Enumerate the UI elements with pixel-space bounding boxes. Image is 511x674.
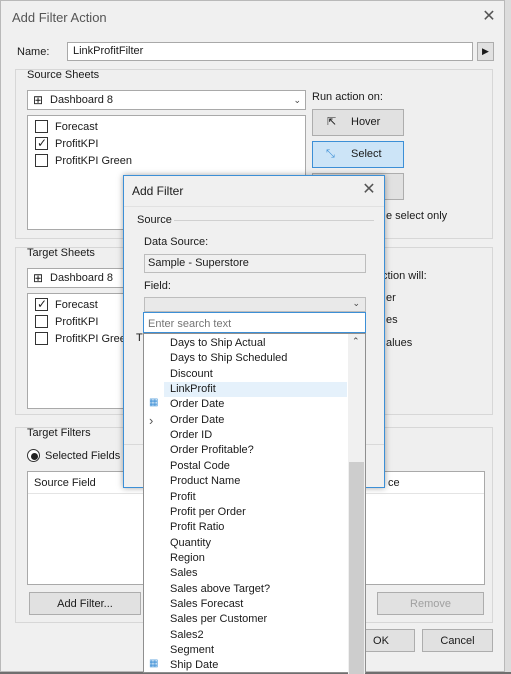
target-sheets-list: ✓ Forecast ProfitKPI ProfitKPI Green	[27, 293, 132, 409]
field-list-scrollbar-thumb[interactable]	[349, 462, 364, 674]
source-sheet-checkbox[interactable]	[35, 154, 48, 167]
field-search-input[interactable]	[143, 312, 366, 333]
field-list-item[interactable]: Postal Code	[170, 460, 230, 472]
selected-fields-label: Selected Fields	[45, 450, 121, 462]
source-sheet-label: ProfitKPI Green	[55, 155, 133, 167]
chevron-down-icon: ⌄	[293, 95, 301, 105]
cursor-icon: ⇱	[327, 116, 337, 128]
field-dropdown-list: Days to Ship Actual Days to Ship Schedule…	[143, 333, 366, 674]
source-dashboard-value: Dashboard 8	[50, 94, 113, 106]
source-heading: Source	[137, 214, 172, 226]
field-search-text[interactable]	[146, 314, 360, 333]
select-label: Select	[351, 148, 382, 160]
target-sheets-heading: Target Sheets	[27, 247, 95, 259]
dashboard-icon: ⊞	[33, 93, 44, 107]
field-dropdown[interactable]: ⌄	[144, 297, 366, 312]
remove-button[interactable]: Remove	[377, 592, 484, 615]
field-list-item[interactable]: Sales	[170, 567, 198, 579]
field-list-item[interactable]: Order Date	[170, 398, 224, 410]
field-label: Field:	[144, 280, 171, 292]
target-sheet-label: ProfitKPI	[55, 316, 99, 328]
source-dashboard-dropdown[interactable]: ⊞ Dashboard 8 ⌄	[27, 90, 306, 110]
add-filter-close-icon[interactable]: ✕	[360, 182, 378, 198]
field-list-item[interactable]: Quantity	[170, 537, 211, 549]
target-field-column-header: ce	[388, 477, 400, 489]
source-sheet-checkbox[interactable]	[35, 120, 48, 133]
field-list-item[interactable]: Region	[170, 552, 205, 564]
cancel-button[interactable]: Cancel	[422, 629, 493, 652]
field-list-item[interactable]: Profit Ratio	[170, 521, 224, 533]
action-option-1: er	[386, 292, 396, 304]
field-list-item[interactable]: Profit	[170, 491, 196, 503]
field-list-item[interactable]: Order Date	[170, 414, 224, 426]
run-action-heading: Run action on:	[312, 91, 383, 103]
checkmark-icon: ✓	[36, 136, 48, 150]
field-list-item[interactable]: Sales per Customer	[170, 613, 267, 625]
checkmark-icon: ✓	[36, 297, 48, 311]
target-sheet-checkbox[interactable]: ✓	[35, 298, 48, 311]
target-filters-heading: Target Filters	[27, 427, 91, 439]
target-sheet-checkbox[interactable]	[35, 315, 48, 328]
close-icon[interactable]: ✕	[479, 9, 499, 25]
t-fragment: T	[136, 332, 143, 344]
field-list-item[interactable]: Ship Date	[170, 659, 218, 671]
field-list-item[interactable]: Profit per Order	[170, 506, 246, 518]
data-source-label: Data Source:	[144, 236, 209, 248]
hover-button[interactable]: ⇱ Hover	[312, 109, 404, 136]
action-option-2: es	[386, 314, 398, 326]
select-button[interactable]: ⤡ Select	[312, 141, 404, 168]
field-list-item[interactable]: Days to Ship Actual	[170, 337, 265, 349]
hover-label: Hover	[351, 116, 381, 128]
target-sheet-checkbox[interactable]	[35, 332, 48, 345]
chevron-right-icon[interactable]: ›	[149, 413, 153, 428]
field-list-item[interactable]: Days to Ship Scheduled	[170, 352, 287, 364]
calendar-icon: ▦	[149, 658, 159, 670]
calendar-icon: ▦	[149, 397, 159, 409]
dialog-title: Add Filter Action	[12, 10, 107, 25]
action-will-label: ction will:	[382, 270, 427, 282]
name-field[interactable]: LinkProfitFilter	[67, 42, 473, 61]
action-option-3: alues	[386, 337, 413, 349]
background-right-strip	[505, 0, 511, 672]
scroll-up-icon[interactable]: ⌃	[352, 336, 360, 347]
add-filter-title: Add Filter	[132, 184, 184, 198]
run-on-select-only-label: e select only	[386, 210, 448, 222]
source-sheet-label: ProfitKPI	[55, 138, 99, 150]
field-list-item[interactable]: Segment	[170, 644, 214, 656]
target-dashboard-icon: ⊞	[33, 271, 44, 285]
field-list-item[interactable]: Sales above Target?	[170, 583, 270, 595]
target-sheet-label: ProfitKPI Green	[55, 333, 133, 345]
field-list-item[interactable]: Sales2	[170, 629, 204, 641]
title-separator	[124, 206, 384, 207]
add-filter-button[interactable]: Add Filter...	[29, 592, 141, 615]
field-list-item[interactable]: Sales Forecast	[170, 598, 243, 610]
selected-fields-radio[interactable]	[27, 449, 40, 462]
data-source-field: Sample - Superstore	[144, 254, 366, 273]
name-menu-button[interactable]: ▶	[477, 42, 494, 61]
field-list-scrollbar[interactable]: ⌃	[348, 334, 365, 674]
target-dashboard-value: Dashboard 8	[50, 272, 113, 284]
source-sheet-checkbox[interactable]: ✓	[35, 137, 48, 150]
field-list-item[interactable]: Order ID	[170, 429, 212, 441]
source-sheets-heading: Source Sheets	[27, 69, 100, 81]
field-list-item[interactable]: Order Profitable?	[170, 444, 254, 456]
target-dashboard-dropdown[interactable]: ⊞ Dashboard 8	[27, 268, 127, 288]
target-sheet-label: Forecast	[55, 299, 98, 311]
source-divider	[174, 220, 374, 221]
source-sheet-label: Forecast	[55, 121, 98, 133]
name-label: Name:	[17, 46, 50, 58]
select-cursor-icon: ⤡	[326, 148, 335, 160]
source-field-column-header: Source Field	[34, 477, 96, 489]
field-list-item[interactable]: LinkProfit	[170, 383, 216, 395]
field-dropdown-chevron-icon: ⌄	[352, 298, 360, 308]
field-list-item[interactable]: Product Name	[170, 475, 240, 487]
field-list-item[interactable]: Discount	[170, 368, 213, 380]
